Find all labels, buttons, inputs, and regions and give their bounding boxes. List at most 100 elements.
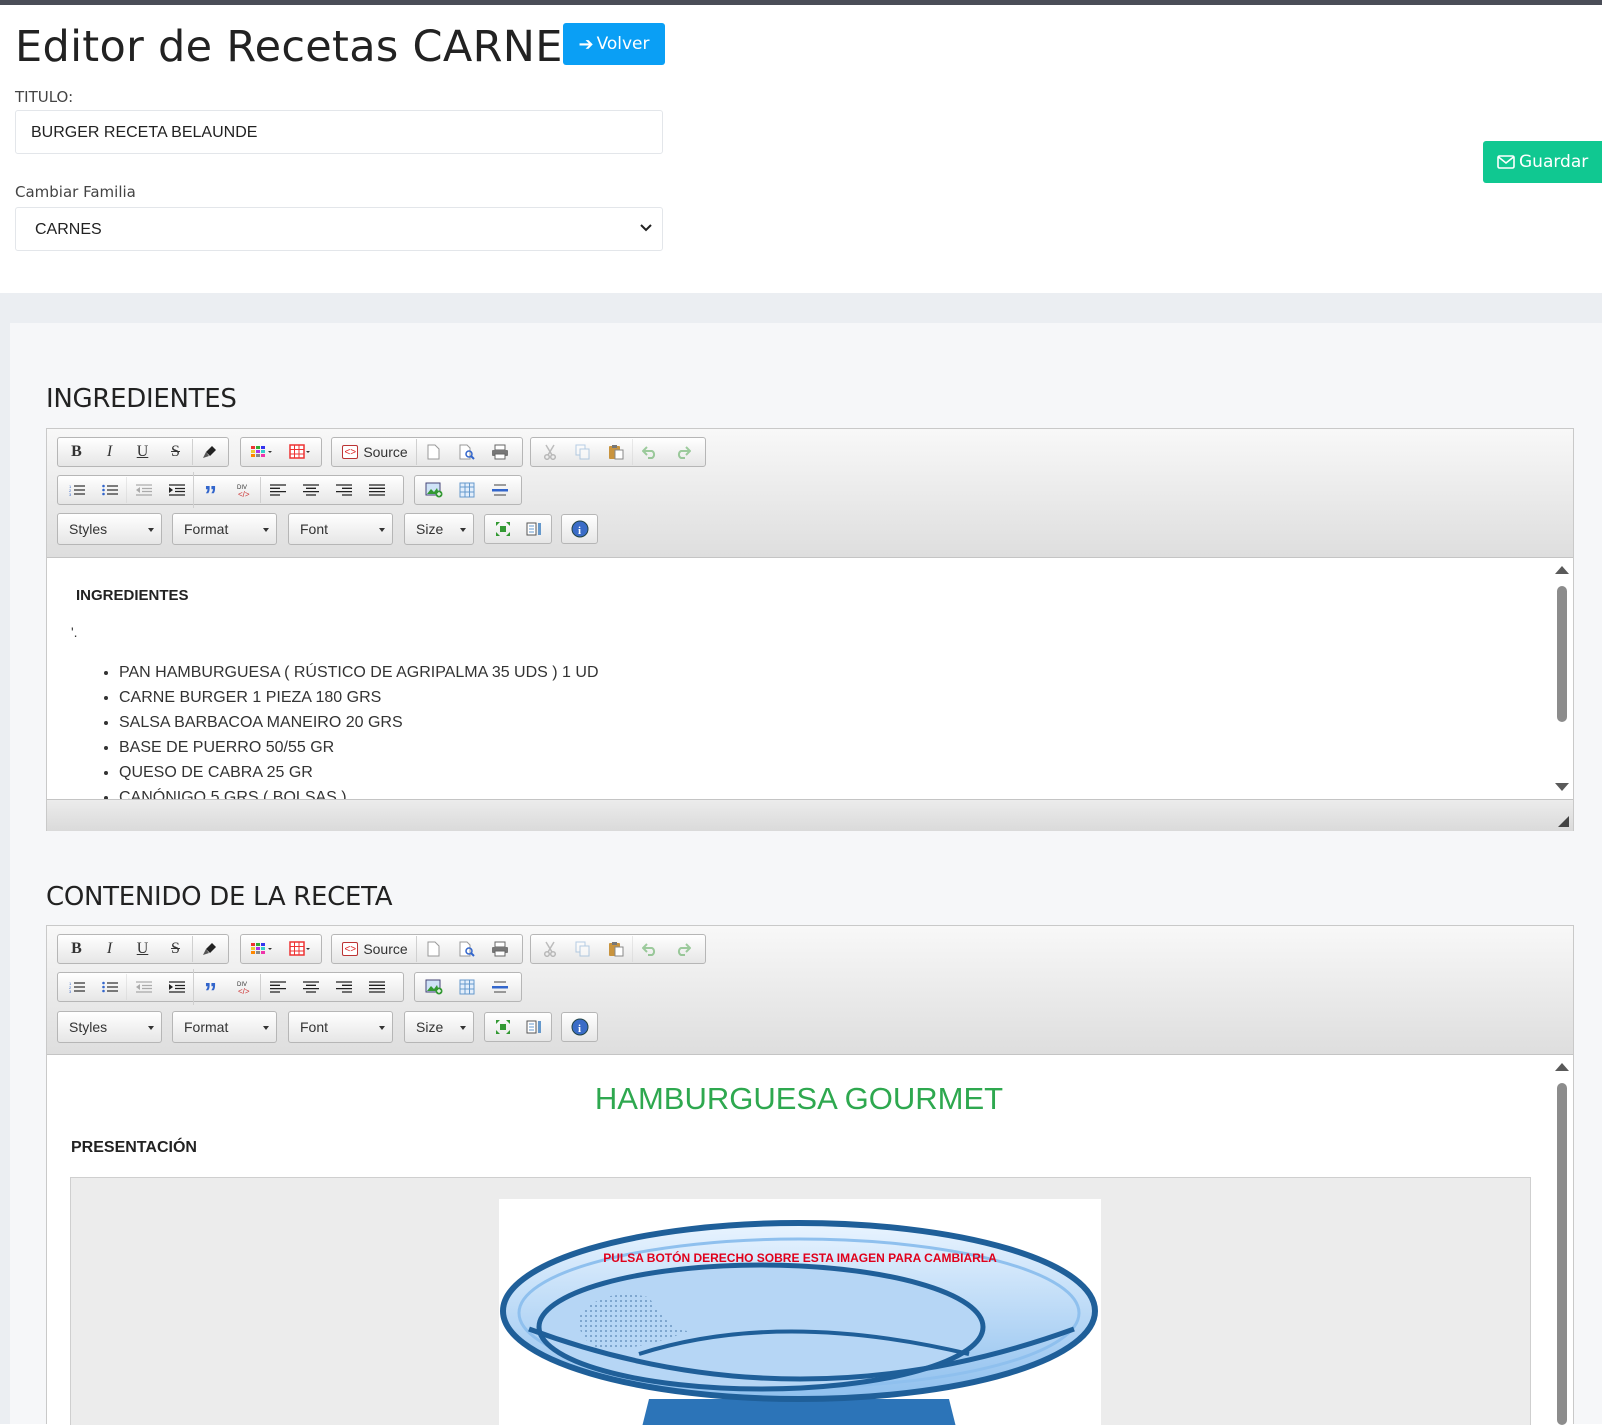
- format-dropdown[interactable]: Format: [172, 1011, 277, 1043]
- font-dropdown[interactable]: Font: [288, 1011, 393, 1043]
- div-container-icon[interactable]: DIV </>: [227, 974, 260, 1000]
- align-right-icon[interactable]: [327, 477, 360, 503]
- preview-icon[interactable]: [450, 439, 483, 465]
- family-select-value: CARNES: [35, 221, 102, 238]
- title-input[interactable]: BURGER RECETA BELAUNDE: [15, 110, 663, 154]
- resize-handle-icon[interactable]: [1558, 816, 1569, 827]
- editor-toolbar: B I U S <> Source 123 ” DIV </> Styles F…: [47, 429, 1573, 558]
- justify-icon[interactable]: [360, 477, 393, 503]
- dropdown-arrow-icon: [460, 528, 466, 532]
- info-icon[interactable]: i: [564, 1014, 595, 1040]
- size-dropdown[interactable]: Size: [404, 1011, 474, 1043]
- scroll-thumb[interactable]: [1557, 586, 1567, 722]
- insert-group: [414, 475, 522, 505]
- font-dropdown[interactable]: Font: [288, 513, 393, 545]
- align-center-icon[interactable]: [294, 974, 327, 1000]
- scroll-up-icon[interactable]: [1555, 1063, 1569, 1071]
- svg-text:i: i: [578, 525, 581, 537]
- new-page-icon[interactable]: [416, 936, 450, 962]
- paragraph-group: 123 ” DIV </>: [57, 472, 404, 510]
- undo-icon[interactable]: [632, 439, 666, 465]
- print-icon[interactable]: [483, 439, 516, 465]
- cut-icon[interactable]: [533, 439, 566, 465]
- horizontal-line-icon[interactable]: [483, 477, 516, 503]
- source-button[interactable]: <> Source: [334, 936, 416, 962]
- copy-icon[interactable]: [566, 936, 599, 962]
- vertical-scrollbar[interactable]: [1549, 1055, 1573, 1425]
- styles-dropdown[interactable]: Styles: [57, 1011, 162, 1043]
- remove-format-icon[interactable]: [192, 439, 226, 465]
- new-page-icon[interactable]: [416, 439, 450, 465]
- image-icon[interactable]: [417, 974, 450, 1000]
- indent-icon[interactable]: [160, 477, 193, 503]
- blockquote-icon[interactable]: ”: [193, 969, 227, 1007]
- cut-icon[interactable]: [533, 936, 566, 962]
- scroll-thumb[interactable]: [1557, 1083, 1567, 1425]
- text-color-icon[interactable]: [243, 936, 281, 962]
- align-right-icon[interactable]: [327, 974, 360, 1000]
- align-left-icon[interactable]: [260, 974, 294, 1000]
- table-icon[interactable]: [281, 936, 319, 962]
- div-container-icon[interactable]: DIV </>: [227, 477, 260, 503]
- underline-icon[interactable]: U: [126, 936, 159, 962]
- copy-icon[interactable]: [566, 439, 599, 465]
- maximize-icon[interactable]: [487, 516, 518, 542]
- bold-icon[interactable]: B: [60, 936, 93, 962]
- paste-icon[interactable]: [599, 936, 632, 962]
- ingredients-content[interactable]: INGREDIENTES '. PAN HAMBURGUESA ( RÚSTIC…: [47, 558, 1573, 799]
- text-color-icon[interactable]: [243, 439, 281, 465]
- ingredients-editor[interactable]: B I U S <> Source 123 ” DIV </> Styles F…: [46, 428, 1574, 831]
- size-dropdown[interactable]: Size: [404, 513, 474, 545]
- underline-icon[interactable]: U: [126, 439, 159, 465]
- italic-icon[interactable]: I: [93, 439, 126, 465]
- justify-icon[interactable]: [360, 974, 393, 1000]
- editor-statusbar: [47, 799, 1573, 831]
- info-icon[interactable]: i: [564, 516, 595, 542]
- scroll-up-icon[interactable]: [1555, 566, 1569, 574]
- strikethrough-icon[interactable]: S: [159, 439, 192, 465]
- maximize-icon[interactable]: [487, 1014, 518, 1040]
- redo-icon[interactable]: [666, 439, 699, 465]
- numbered-list-icon[interactable]: 123: [60, 974, 93, 1000]
- paste-icon[interactable]: [599, 439, 632, 465]
- document-group: <> Source: [331, 437, 523, 467]
- insert-table-icon[interactable]: [450, 477, 483, 503]
- horizontal-line-icon[interactable]: [483, 974, 516, 1000]
- list-item: QUESO DE CABRA 25 GR: [119, 760, 599, 785]
- insert-table-icon[interactable]: [450, 974, 483, 1000]
- dish-image[interactable]: PULSA BOTÓN DERECHO SOBRE ESTA IMAGEN PA…: [499, 1199, 1101, 1425]
- family-select[interactable]: CARNES: [15, 207, 663, 251]
- undo-icon[interactable]: [632, 936, 666, 962]
- source-button[interactable]: <> Source: [334, 439, 416, 465]
- back-button[interactable]: ➔ Volver: [563, 23, 665, 65]
- redo-icon[interactable]: [666, 936, 699, 962]
- scroll-down-icon[interactable]: [1555, 783, 1569, 791]
- recipe-content[interactable]: HAMBURGUESA GOURMET PRESENTACIÓN PULSA B…: [47, 1055, 1573, 1425]
- bulleted-list-icon[interactable]: [93, 974, 126, 1000]
- print-icon[interactable]: [483, 936, 516, 962]
- list-item: SALSA BARBACOA MANEIRO 20 GRS: [119, 710, 599, 735]
- align-center-icon[interactable]: [294, 477, 327, 503]
- vertical-scrollbar[interactable]: [1549, 558, 1573, 799]
- blockquote-icon[interactable]: ”: [193, 472, 227, 510]
- bulleted-list-icon[interactable]: [93, 477, 126, 503]
- bold-icon[interactable]: B: [60, 439, 93, 465]
- outdent-icon[interactable]: [126, 477, 160, 503]
- numbered-list-icon[interactable]: 123: [60, 477, 93, 503]
- format-dropdown[interactable]: Format: [172, 513, 277, 545]
- italic-icon[interactable]: I: [93, 936, 126, 962]
- image-icon[interactable]: [417, 477, 450, 503]
- styles-dropdown[interactable]: Styles: [57, 513, 162, 545]
- table-icon[interactable]: [281, 439, 319, 465]
- preview-icon[interactable]: [450, 936, 483, 962]
- outdent-icon[interactable]: [126, 974, 160, 1000]
- show-blocks-icon[interactable]: [518, 516, 549, 542]
- remove-format-icon[interactable]: [192, 936, 226, 962]
- indent-icon[interactable]: [160, 974, 193, 1000]
- align-left-icon[interactable]: [260, 477, 294, 503]
- svg-text:</>: </>: [238, 490, 250, 498]
- recipe-editor[interactable]: B I U S <> Source 123 ” DIV </> Styles F…: [46, 925, 1574, 1425]
- strikethrough-icon[interactable]: S: [159, 936, 192, 962]
- show-blocks-icon[interactable]: [518, 1014, 549, 1040]
- save-button[interactable]: Guardar: [1483, 141, 1602, 183]
